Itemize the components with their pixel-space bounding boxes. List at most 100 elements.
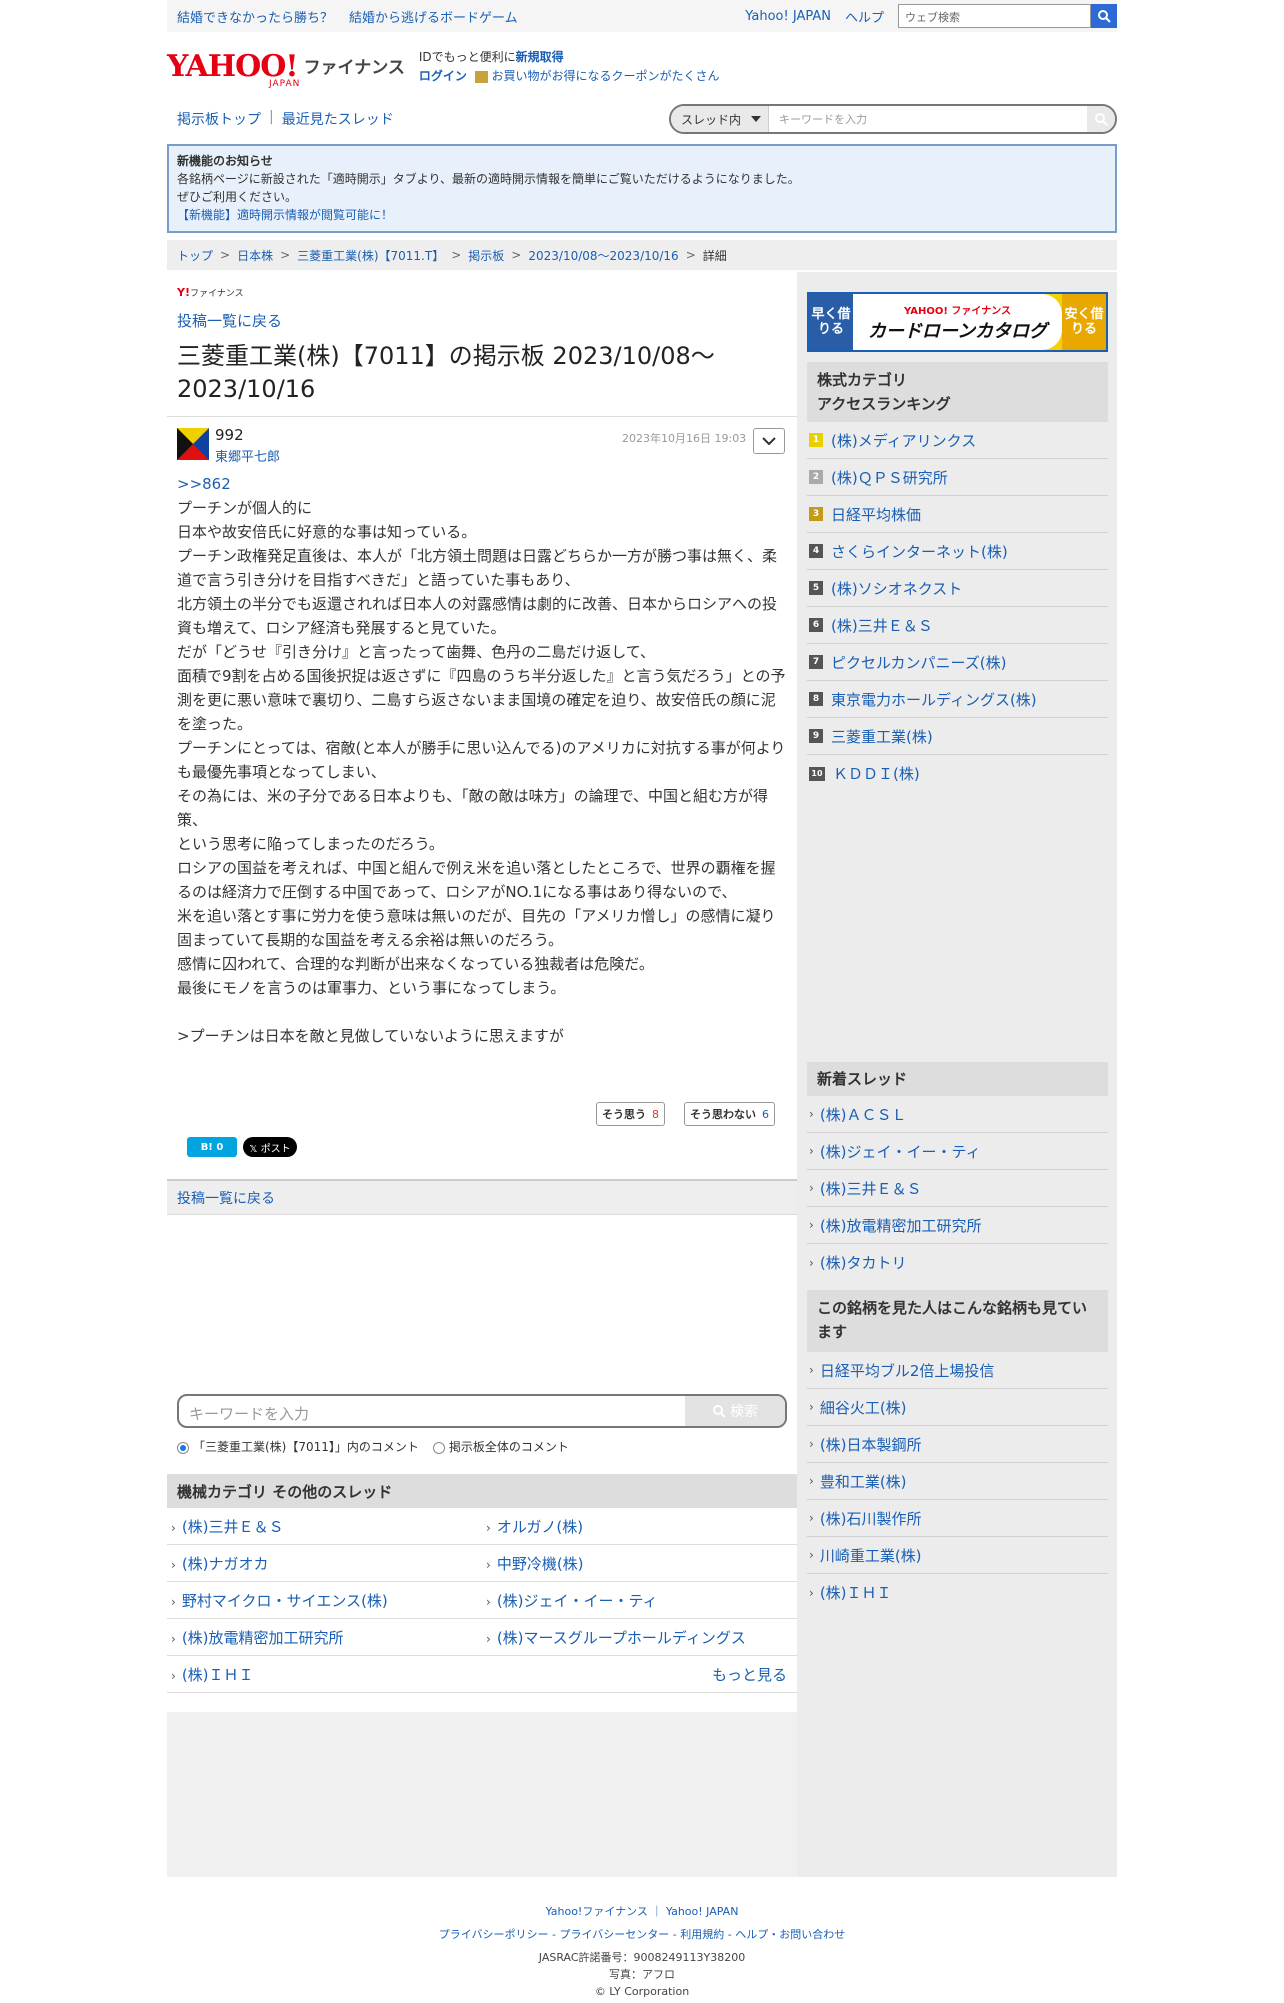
chevron-down-icon — [762, 437, 776, 445]
feature-notice: 新機能のお知らせ 各銘柄ページに新設された「適時開示」タブより、最新の適時開示情… — [167, 144, 1117, 233]
ranking-item[interactable]: (株)ソシオネクスト — [831, 578, 962, 599]
ranking-item[interactable]: 三菱重工業(株) — [831, 726, 933, 747]
other-threads-title: 機械カテゴリ その他のスレッド — [167, 1474, 797, 1508]
ranking-item[interactable]: さくらインターネット(株) — [831, 541, 1008, 562]
list-item[interactable]: (株)ナガオカ — [167, 1553, 482, 1574]
list-item[interactable]: (株)放電精密加工研究所 — [167, 1627, 482, 1648]
rank-badge: 9 — [809, 729, 823, 743]
list-item[interactable]: 豊和工業(株) — [820, 1471, 907, 1492]
recent-threads-link[interactable]: 最近見たスレッド — [282, 109, 394, 129]
search-scope-radios: 「三菱重工業(株)【7011】」内のコメント 掲示板全体のコメント — [177, 1438, 569, 1455]
search-scope-label: スレッド内 — [681, 112, 742, 127]
list-item[interactable]: (株)ＩＨＩ — [820, 1582, 892, 1603]
footer-links-2[interactable]: プライバシーポリシー - プライバシーセンター - 利用規約 - ヘルプ・お問い… — [0, 1923, 1284, 1946]
signup-link[interactable]: 新規取得 — [516, 50, 564, 64]
agree-button[interactable]: そう思う 8 — [596, 1102, 665, 1126]
id-promo-text: IDでもっと便利に — [418, 50, 516, 64]
list-item[interactable]: 川崎重工業(株) — [820, 1545, 922, 1566]
search-icon — [713, 1405, 726, 1418]
notice-link[interactable]: 【新機能】適時開示情報が閲覧可能に！ — [177, 206, 1107, 224]
ranking-item[interactable]: ＫＤＤＩ(株) — [833, 763, 920, 784]
post-menu-button[interactable] — [753, 428, 785, 454]
ranking-item[interactable]: 東京電力ホールディングス(株) — [831, 689, 1037, 710]
post-author[interactable]: 東郷平七郎 — [215, 446, 280, 465]
breadcrumb-period[interactable]: 2023/10/08〜2023/10/16 — [528, 247, 678, 264]
web-search-button[interactable] — [1091, 4, 1117, 28]
list-item[interactable]: (株)三井Ｅ＆Ｓ — [167, 1516, 482, 1537]
reply-to-link[interactable]: >>862 — [177, 472, 787, 496]
top-bar: 結婚できなかったら勝ち？ 結婚から逃げるボードゲーム Yahoo! JAPAN … — [167, 0, 1117, 32]
promo-link-1[interactable]: 結婚できなかったら勝ち？ — [177, 7, 333, 26]
breadcrumb-stock[interactable]: 三菱重工業(株)【7011.T】 — [297, 247, 444, 264]
notice-title: 新機能のお知らせ — [177, 154, 273, 168]
rank-badge: 2 — [809, 470, 823, 484]
post-quote: >プーチンは日本を敵と見做していないように思えますが — [177, 1027, 564, 1045]
list-item[interactable]: 中野冷機(株) — [482, 1553, 797, 1574]
rank-badge: 7 — [809, 655, 823, 669]
list-item[interactable]: (株)三井Ｅ＆Ｓ — [820, 1178, 922, 1199]
list-item[interactable]: (株)ＩＨＩ — [167, 1664, 482, 1685]
yahoo-japan-link[interactable]: Yahoo! JAPAN — [745, 9, 831, 24]
divider — [167, 416, 797, 417]
help-link[interactable]: ヘルプ — [845, 7, 884, 26]
notice-line-2: ぜひご利用ください。 — [177, 190, 298, 204]
search-icon — [1098, 10, 1111, 23]
rank-badge: 6 — [809, 618, 823, 632]
comment-search-input[interactable]: キーワードを入力 — [179, 1396, 685, 1426]
list-item[interactable]: (株)日本製鋼所 — [820, 1434, 922, 1455]
x-post-button[interactable]: 𝕏 ポスト — [243, 1137, 297, 1157]
thread-search-button[interactable] — [1087, 106, 1115, 132]
ranking-item[interactable]: ピクセルカンパニーズ(株) — [831, 652, 1007, 673]
new-threads-title: 新着スレッド — [807, 1062, 1108, 1096]
list-item[interactable]: (株)ジェイ・イー・ティ — [482, 1590, 797, 1611]
yahoo-finance-logo[interactable]: YAHOO! JAPAN ファイナンス — [167, 49, 405, 90]
logo-yahoo: YAHOO! — [167, 49, 299, 84]
ranking-item[interactable]: (株)ＱＰＳ研究所 — [831, 467, 948, 488]
ranking-item[interactable]: 日経平均株価 — [831, 504, 921, 525]
back-to-list-link-bottom[interactable]: 投稿一覧に戻る — [177, 1188, 275, 1208]
list-item[interactable]: オルガノ(株) — [482, 1516, 797, 1537]
promo-link-2[interactable]: 結婚から逃げるボードゲーム — [349, 7, 518, 26]
list-item[interactable]: (株)マースグループホールディングス — [482, 1627, 797, 1648]
radio-this-stock[interactable]: 「三菱重工業(株)【7011】」内のコメント — [177, 1438, 419, 1455]
nav-separator: | — [269, 109, 274, 125]
ranking-item[interactable]: (株)メディアリンクス — [831, 430, 976, 451]
list-item[interactable]: 日経平均ブル2倍上場投信 — [820, 1360, 995, 1381]
footer-links-1[interactable]: Yahoo!ファイナンス ｜ Yahoo! JAPAN — [0, 1900, 1284, 1923]
list-item[interactable]: (株)放電精密加工研究所 — [820, 1215, 982, 1236]
web-search-input[interactable]: ウェブ検索 — [898, 4, 1091, 28]
rank-badge: 5 — [809, 581, 823, 595]
coupon-link[interactable]: お買い物がお得になるクーポンがたくさん — [492, 69, 720, 83]
disagree-button[interactable]: そう思わない 6 — [684, 1102, 775, 1126]
hatena-bookmark-button[interactable]: B! 0 — [187, 1137, 237, 1157]
rank-badge: 3 — [809, 507, 823, 521]
more-threads-link[interactable]: もっと見る — [482, 1664, 797, 1685]
breadcrumb-top[interactable]: トップ — [177, 247, 213, 264]
ad-title: カードローンカタログ — [867, 320, 1048, 342]
board-top-link[interactable]: 掲示板トップ — [177, 109, 261, 129]
breadcrumb: トップ > 日本株 > 三菱重工業(株)【7011.T】 > 掲示板 > 2023/10… — [167, 240, 1117, 270]
card-loan-ad-banner[interactable]: 早く借りる YAHOO! ファイナンス カードローンカタログ 安く借りる — [807, 292, 1108, 352]
list-item[interactable]: 野村マイクロ・サイエンス(株) — [167, 1590, 482, 1611]
ranking-item[interactable]: (株)三井Ｅ＆Ｓ — [831, 615, 933, 636]
back-to-list-link[interactable]: 投稿一覧に戻る — [177, 310, 282, 331]
thread-keyword-input[interactable]: キーワードを入力 — [769, 111, 1087, 127]
footer: Yahoo!ファイナンス ｜ Yahoo! JAPAN プライバシーポリシー -… — [0, 1900, 1284, 2003]
search-scope-select[interactable]: スレッド内 — [671, 106, 769, 132]
radio-all-boards[interactable]: 掲示板全体のコメント — [432, 1438, 569, 1455]
breadcrumb-board[interactable]: 掲示板 — [468, 247, 504, 264]
list-item[interactable]: (株)石川製作所 — [820, 1508, 922, 1529]
list-item[interactable]: (株)ジェイ・イー・ティ — [820, 1141, 981, 1162]
comment-search: キーワードを入力 検索 — [177, 1394, 787, 1428]
list-item[interactable]: 細谷火工(株) — [820, 1397, 907, 1418]
list-item[interactable]: (株)タカトリ — [820, 1252, 907, 1273]
breadcrumb-jp-stocks[interactable]: 日本株 — [237, 247, 273, 264]
post-body: >>862 プーチンが個人的に 日本や故安倍氏に好意的な事は知っている。 プーチ… — [177, 472, 787, 1048]
agree-count: 8 — [652, 1107, 659, 1121]
sidebar: 早く借りる YAHOO! ファイナンス カードローンカタログ 安く借りる 株式カ… — [797, 272, 1117, 1877]
comment-search-button[interactable]: 検索 — [685, 1396, 785, 1426]
ranking-list: 1 (株)メディアリンクス 2 (株)ＱＰＳ研究所 3 日経平均株価 4 さくらインター… — [807, 422, 1108, 792]
login-link[interactable]: ログイン — [419, 69, 467, 83]
list-item[interactable]: (株)ＡＣＳＬ — [820, 1104, 907, 1125]
ranking-title: 株式カテゴリ アクセスランキング — [807, 362, 1108, 422]
